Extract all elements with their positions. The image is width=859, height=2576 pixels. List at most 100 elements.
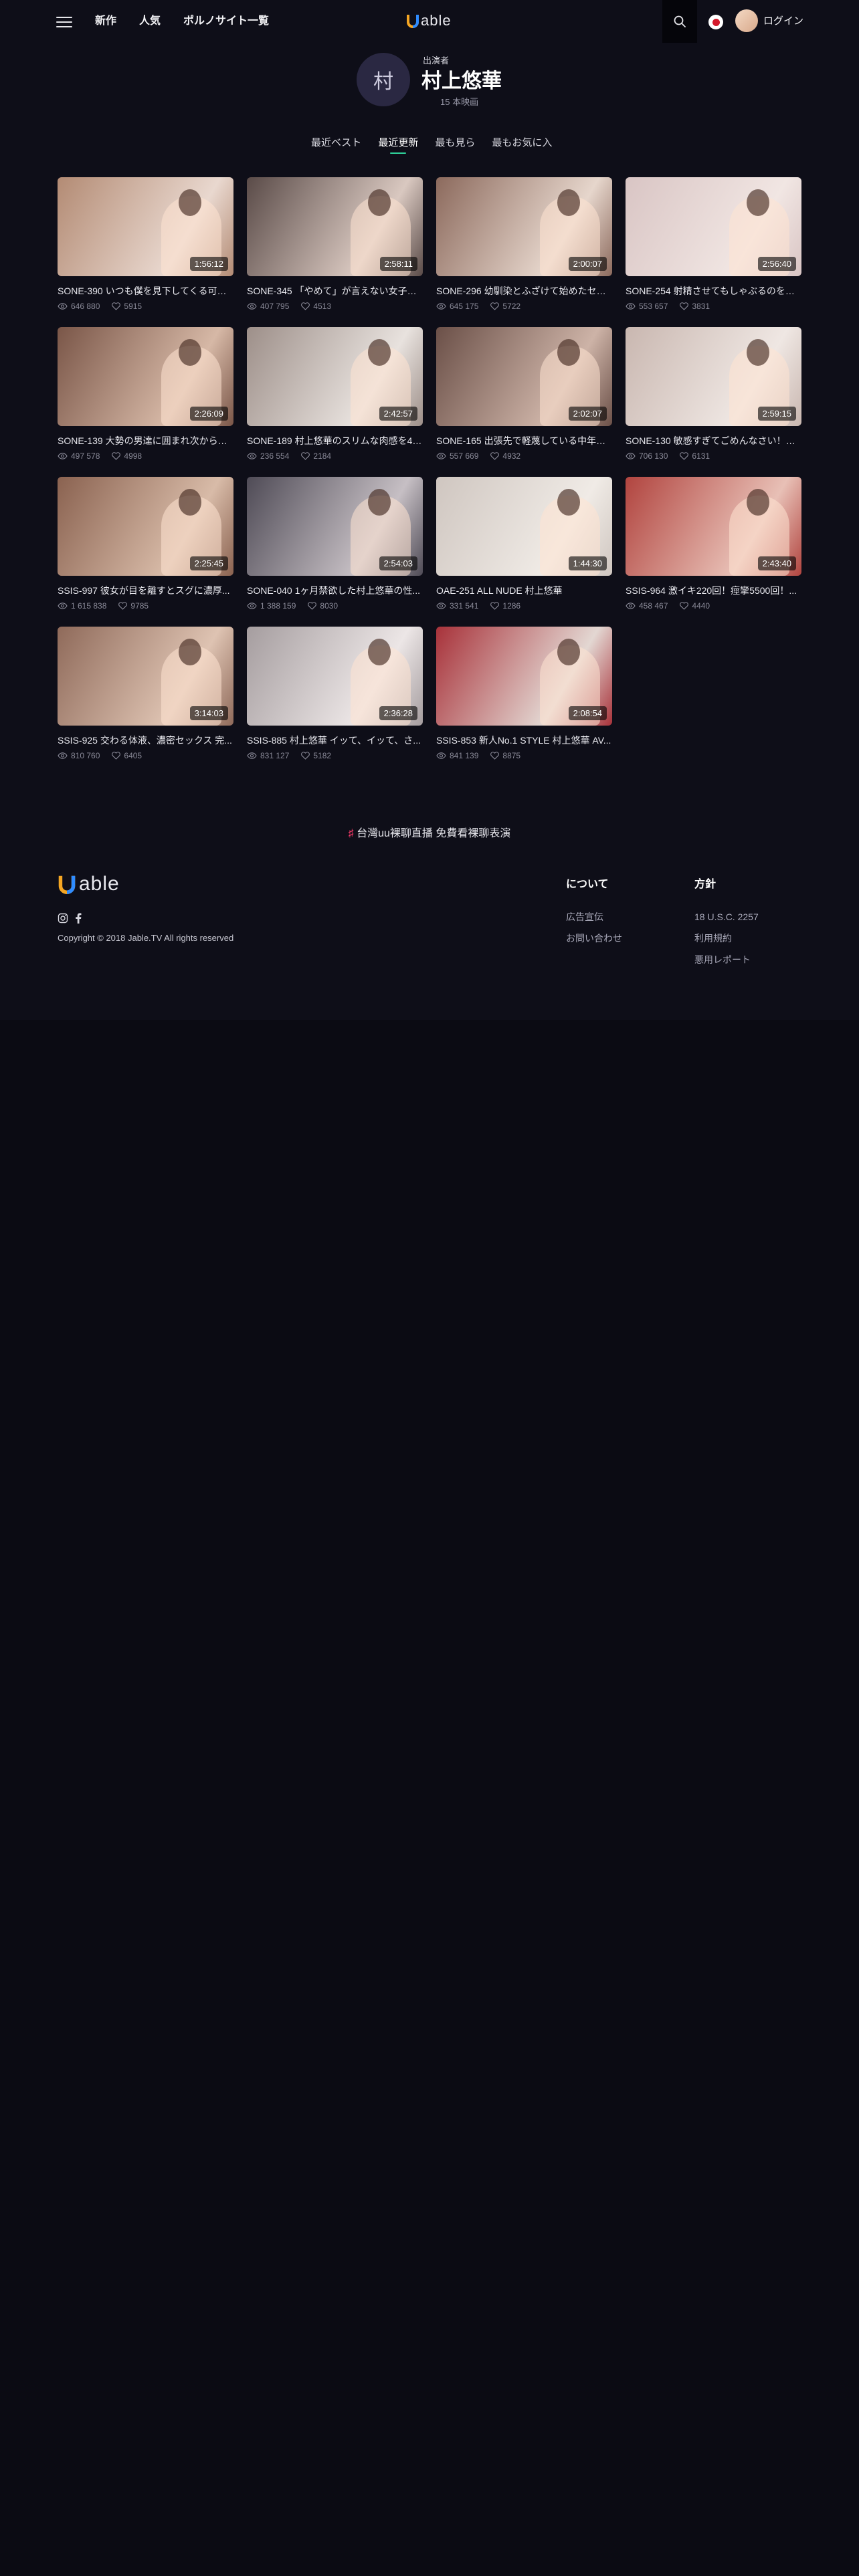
tab-most-viewed[interactable]: 最も見ら	[435, 136, 475, 150]
eye-icon	[58, 752, 68, 759]
video-thumbnail[interactable]: 2:36:28	[247, 627, 423, 726]
video-title[interactable]: SSIS-853 新人No.1 STYLE 村上悠華 AV...	[436, 734, 612, 746]
logo-text: able	[421, 12, 452, 29]
footer-logo-text: able	[79, 873, 120, 895]
facebook-icon[interactable]	[75, 913, 82, 924]
nav-new[interactable]: 新作	[95, 13, 116, 29]
logo-mark-icon	[58, 875, 76, 894]
video-card[interactable]: 1:44:30 OAE-251 ALL NUDE 村上悠華 331 541 12…	[436, 477, 612, 627]
promo-link[interactable]: ♯ 台灣uu裸聊直播 免費看裸聊表演	[0, 824, 859, 840]
video-duration: 2:54:03	[379, 556, 417, 570]
eye-icon	[436, 453, 446, 459]
video-thumbnail[interactable]: 2:02:07	[436, 327, 612, 426]
video-card[interactable]: 2:26:09 SONE-139 大勢の男達に囲まれ次から次へ... 497 5…	[58, 327, 233, 477]
view-count: 841 139	[450, 751, 479, 760]
view-count: 497 578	[71, 451, 100, 461]
video-title[interactable]: SSIS-925 交わる体液、濃密セックス 完...	[58, 734, 233, 746]
video-duration: 2:00:07	[568, 257, 607, 271]
video-thumbnail[interactable]: 2:43:40	[626, 477, 801, 576]
model-name: 村上悠華	[421, 70, 502, 92]
video-stats: 557 669 4932	[436, 451, 612, 461]
footer-policy-title: 方針	[694, 879, 717, 890]
tab-most-favorited[interactable]: 最もお気に入	[492, 136, 552, 150]
footer-link-2257[interactable]: 18 U.S.C. 2257	[694, 911, 759, 923]
video-card[interactable]: 2:43:40 SSIS-964 激イキ220回！痙攣5500回！... 458…	[626, 477, 801, 627]
video-thumbnail[interactable]: 2:54:03	[247, 477, 423, 576]
video-duration: 2:26:09	[189, 407, 228, 421]
video-duration: 2:43:40	[757, 556, 796, 570]
video-thumbnail[interactable]: 2:59:15	[626, 327, 801, 426]
video-thumbnail[interactable]: 2:25:45	[58, 477, 233, 576]
tab-recent-update[interactable]: 最近更新	[378, 136, 418, 154]
video-thumbnail[interactable]: 1:56:12	[58, 177, 233, 276]
video-card[interactable]: 2:59:15 SONE-130 敏感すぎてごめんなさい！カラ... 706 1…	[626, 327, 801, 477]
video-card[interactable]: 2:00:07 SONE-296 幼馴染とふざけて始めたセックス... 645 …	[436, 177, 612, 327]
footer-link-contact[interactable]: お問い合わせ	[566, 932, 622, 944]
video-duration: 2:36:28	[379, 706, 417, 720]
heart-icon	[301, 452, 310, 460]
video-card[interactable]: 1:56:12 SONE-390 いつも僕を見下してくる可愛い... 646 8…	[58, 177, 233, 327]
video-duration: 2:59:15	[757, 407, 796, 421]
video-duration: 2:02:07	[568, 407, 607, 421]
model-avatar: 村	[357, 53, 410, 106]
eye-icon	[247, 603, 257, 609]
login-link[interactable]: ログイン	[763, 15, 803, 28]
video-title[interactable]: SSIS-964 激イキ220回！痙攣5500回！...	[626, 584, 801, 597]
video-thumbnail[interactable]: 3:14:03	[58, 627, 233, 726]
video-stats: 646 880 5915	[58, 301, 233, 312]
video-title[interactable]: SONE-254 射精させてもしゃぶるのをやめ...	[626, 285, 801, 297]
like-count: 4932	[502, 451, 521, 461]
video-title[interactable]: SONE-189 村上悠華のスリムな肉感を48...	[247, 435, 423, 447]
video-card[interactable]: 2:58:11 SONE-345 「やめて」が言えない女子大生... 407 7…	[247, 177, 423, 327]
video-title[interactable]: SONE-296 幼馴染とふざけて始めたセックス...	[436, 285, 612, 297]
video-thumbnail[interactable]: 2:00:07	[436, 177, 612, 276]
video-card[interactable]: 2:02:07 SONE-165 出張先で軽蔑している中年セク... 557 6…	[436, 327, 612, 477]
video-title[interactable]: SONE-139 大勢の男達に囲まれ次から次へ...	[58, 435, 233, 447]
video-card[interactable]: 2:54:03 SONE-040 1ヶ月禁欲した村上悠華の性... 1 388 …	[247, 477, 423, 627]
video-thumbnail[interactable]: 2:42:57	[247, 327, 423, 426]
video-card[interactable]: 2:42:57 SONE-189 村上悠華のスリムな肉感を48... 236 5…	[247, 327, 423, 477]
tab-recent-best[interactable]: 最近ベスト	[311, 136, 361, 150]
video-card[interactable]: 3:14:03 SSIS-925 交わる体液、濃密セックス 完... 810 7…	[58, 627, 233, 776]
site-logo[interactable]: able	[406, 12, 452, 29]
video-card[interactable]: 2:08:54 SSIS-853 新人No.1 STYLE 村上悠華 AV...…	[436, 627, 612, 776]
video-thumbnail[interactable]: 2:08:54	[436, 627, 612, 726]
video-title[interactable]: SONE-390 いつも僕を見下してくる可愛い...	[58, 285, 233, 297]
video-stats: 1 615 838 9785	[58, 601, 233, 611]
video-title[interactable]: SONE-165 出張先で軽蔑している中年セク...	[436, 435, 612, 447]
video-title[interactable]: SONE-130 敏感すぎてごめんなさい！カラ...	[626, 435, 801, 447]
search-button[interactable]	[662, 0, 697, 43]
video-title[interactable]: SONE-040 1ヶ月禁欲した村上悠華の性...	[247, 584, 423, 597]
video-thumbnail[interactable]: 2:58:11	[247, 177, 423, 276]
footer-link-abuse-report[interactable]: 悪用レポート	[694, 954, 759, 966]
video-card[interactable]: 2:36:28 SSIS-885 村上悠華 イッて、イッて、さ... 831 1…	[247, 627, 423, 776]
nav-site-list[interactable]: ポルノサイト一覧	[183, 13, 269, 29]
menu-icon[interactable]	[56, 16, 72, 28]
eye-icon	[436, 303, 446, 310]
footer-logo[interactable]: able	[58, 873, 120, 895]
video-title[interactable]: SSIS-997 彼女が目を離すとスグに濃厚...	[58, 584, 233, 597]
nav-popular[interactable]: 人気	[139, 13, 161, 29]
video-duration: 2:56:40	[757, 257, 796, 271]
video-stats: 841 139 8875	[436, 750, 612, 761]
video-title[interactable]: OAE-251 ALL NUDE 村上悠華	[436, 584, 612, 597]
instagram-icon[interactable]	[58, 913, 68, 924]
video-duration: 3:14:03	[189, 706, 228, 720]
video-thumbnail[interactable]: 2:56:40	[626, 177, 801, 276]
view-count: 236 554	[260, 451, 290, 461]
heart-icon	[301, 752, 310, 760]
user-avatar[interactable]	[735, 9, 758, 32]
video-card[interactable]: 2:25:45 SSIS-997 彼女が目を離すとスグに濃厚... 1 615 …	[58, 477, 233, 627]
video-stats: 553 657 3831	[626, 301, 801, 312]
video-title[interactable]: SSIS-885 村上悠華 イッて、イッて、さ...	[247, 734, 423, 746]
language-flag-icon[interactable]	[708, 15, 723, 29]
video-card[interactable]: 2:56:40 SONE-254 射精させてもしゃぶるのをやめ... 553 6…	[626, 177, 801, 327]
video-thumbnail[interactable]: 2:26:09	[58, 327, 233, 426]
video-title[interactable]: SONE-345 「やめて」が言えない女子大生...	[247, 285, 423, 297]
eye-icon	[436, 752, 446, 759]
like-count: 4513	[313, 302, 332, 311]
footer-link-terms[interactable]: 利用規約	[694, 932, 759, 944]
footer-link-advertising[interactable]: 広告宣伝	[566, 911, 622, 923]
heart-icon	[680, 602, 689, 610]
video-thumbnail[interactable]: 1:44:30	[436, 477, 612, 576]
